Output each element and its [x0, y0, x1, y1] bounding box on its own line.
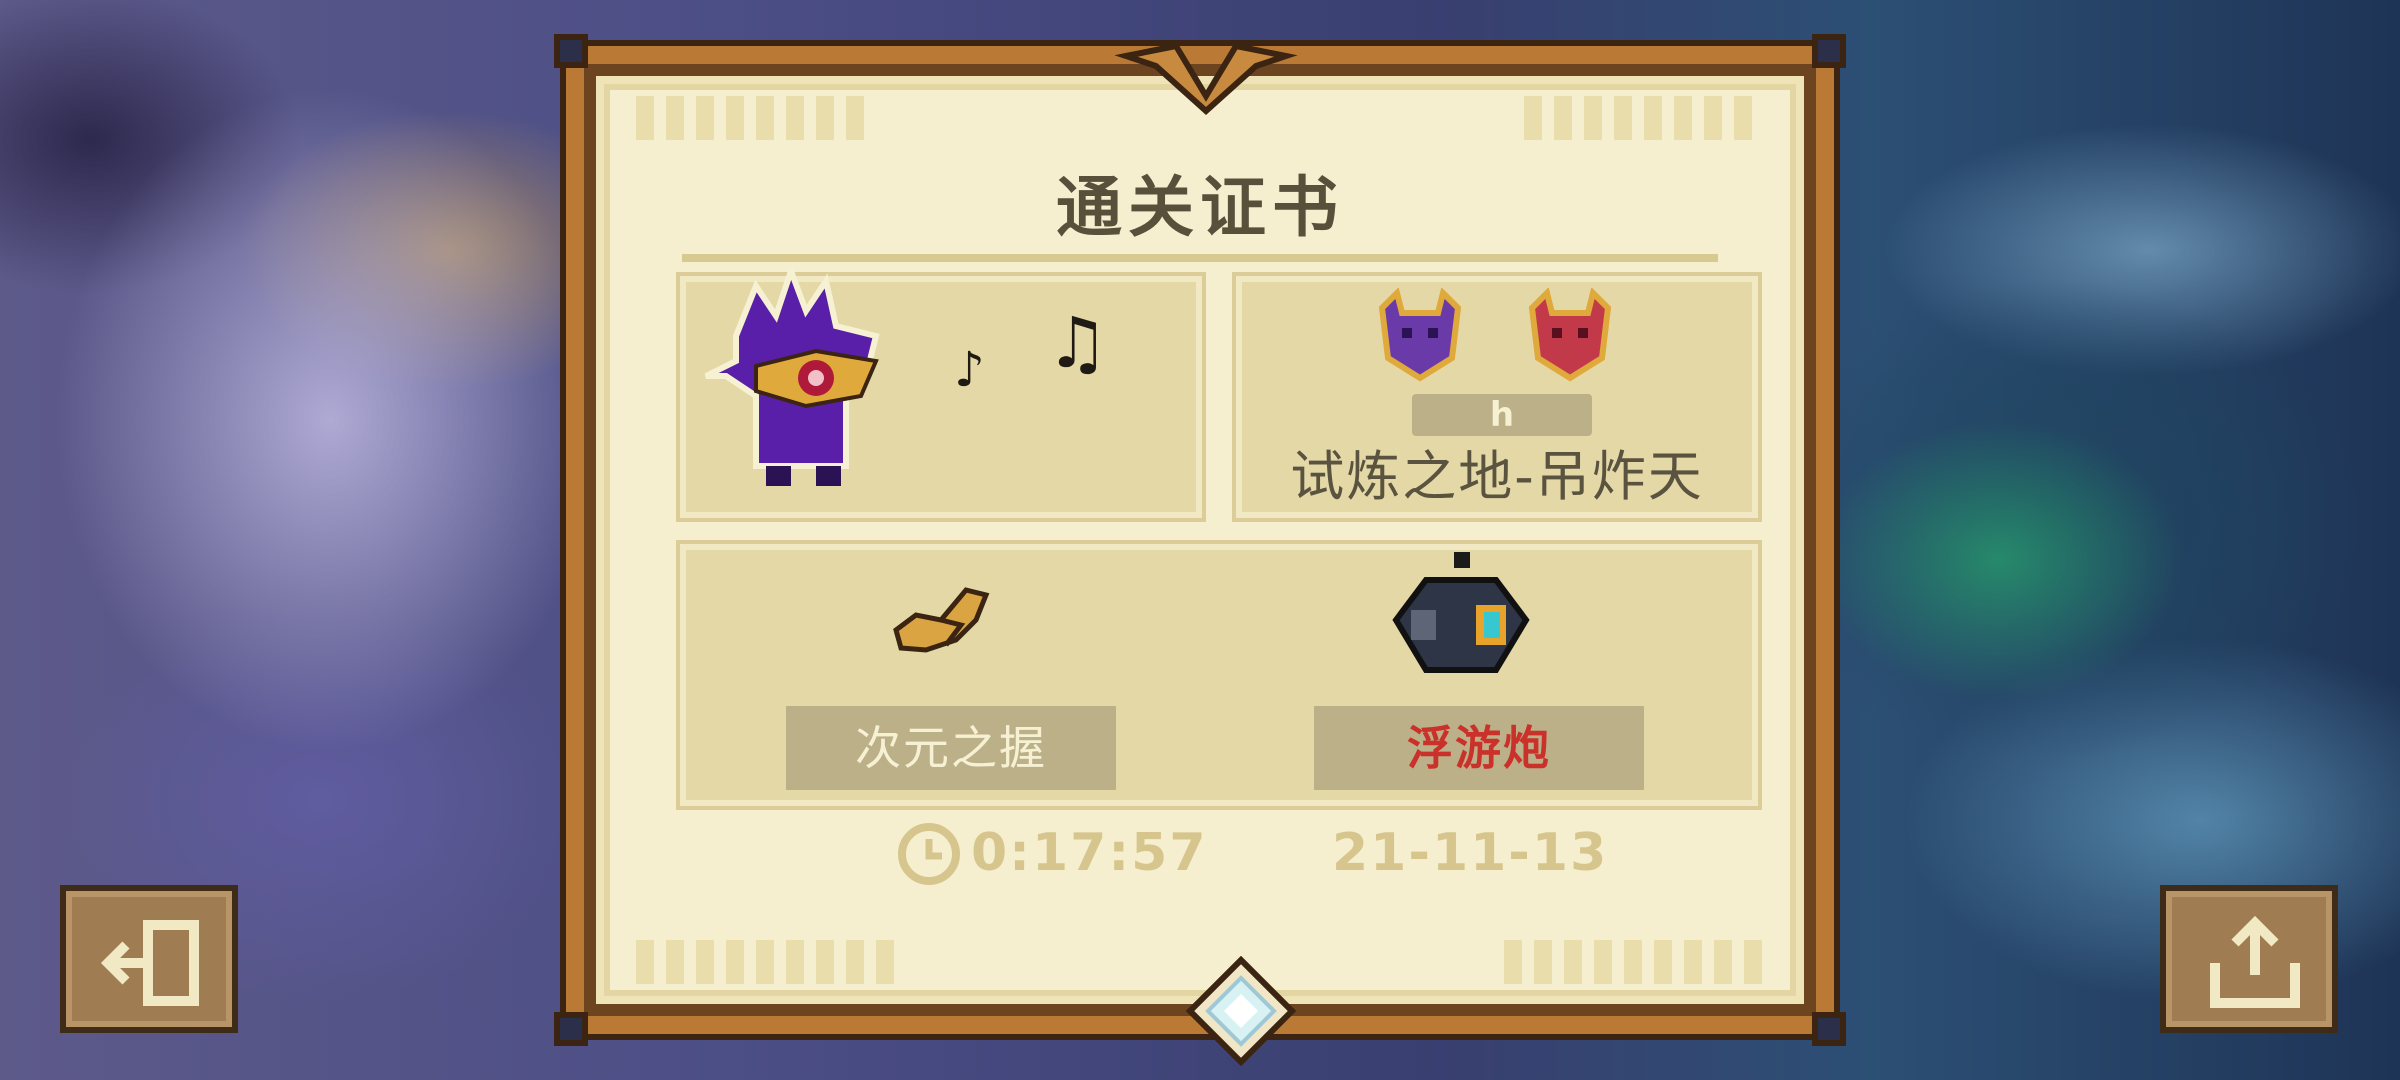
golden-claw-icon	[893, 587, 990, 653]
items-panel: 次元之握 浮游炮	[680, 544, 1758, 806]
item-label-weapon: 次元之握	[786, 706, 1116, 790]
frame-corner	[554, 34, 588, 68]
frame-corner	[1812, 1012, 1846, 1046]
frame-corner	[1812, 34, 1846, 68]
floating-cannon-icon	[1392, 552, 1530, 673]
stage-panel: h 试炼之地-吊炸天	[1236, 276, 1758, 518]
exit-door-icon	[100, 920, 199, 1006]
run-stats-row: 0:17:57 21-11-13	[596, 821, 1804, 891]
certificate-title: 通关证书	[1056, 169, 1344, 246]
certificate-frame: 通关证书 ♪ ♫ h 试炼之地-吊炸天 次元之握 浮游炮 0:17:57 21-…	[554, 34, 1846, 1066]
frame-corner	[554, 1012, 588, 1046]
share-upload-icon	[2210, 915, 2300, 1008]
crystal-gem-icon	[1186, 956, 1296, 1066]
hooded-purple-hero-icon	[704, 266, 880, 486]
clock-icon	[898, 823, 960, 885]
hero-panel: ♪ ♫	[680, 266, 1202, 518]
stage-badge: h	[1412, 394, 1592, 436]
run-date: 21-11-13	[1332, 823, 1609, 883]
purple-demon-head-icon	[1378, 288, 1462, 382]
run-time: 0:17:57	[971, 823, 1208, 883]
top-ornament-icon	[1114, 42, 1298, 116]
music-note-small-icon: ♪	[954, 342, 985, 398]
item-label-pet: 浮游炮	[1314, 706, 1644, 790]
red-demon-head-icon	[1528, 288, 1612, 382]
decorative-pattern	[636, 96, 876, 140]
decorative-pattern	[1524, 96, 1764, 140]
share-button[interactable]	[2160, 885, 2338, 1033]
title-divider	[682, 254, 1718, 262]
decorative-pattern	[636, 940, 896, 984]
music-note-icon: ♫	[1046, 302, 1109, 384]
exit-button[interactable]	[60, 885, 238, 1033]
certificate-paper: 通关证书 ♪ ♫ h 试炼之地-吊炸天 次元之握 浮游炮 0:17:57 21-…	[596, 76, 1804, 1004]
decorative-pattern	[1504, 940, 1764, 984]
stage-name: 试炼之地-吊炸天	[1290, 445, 1704, 508]
